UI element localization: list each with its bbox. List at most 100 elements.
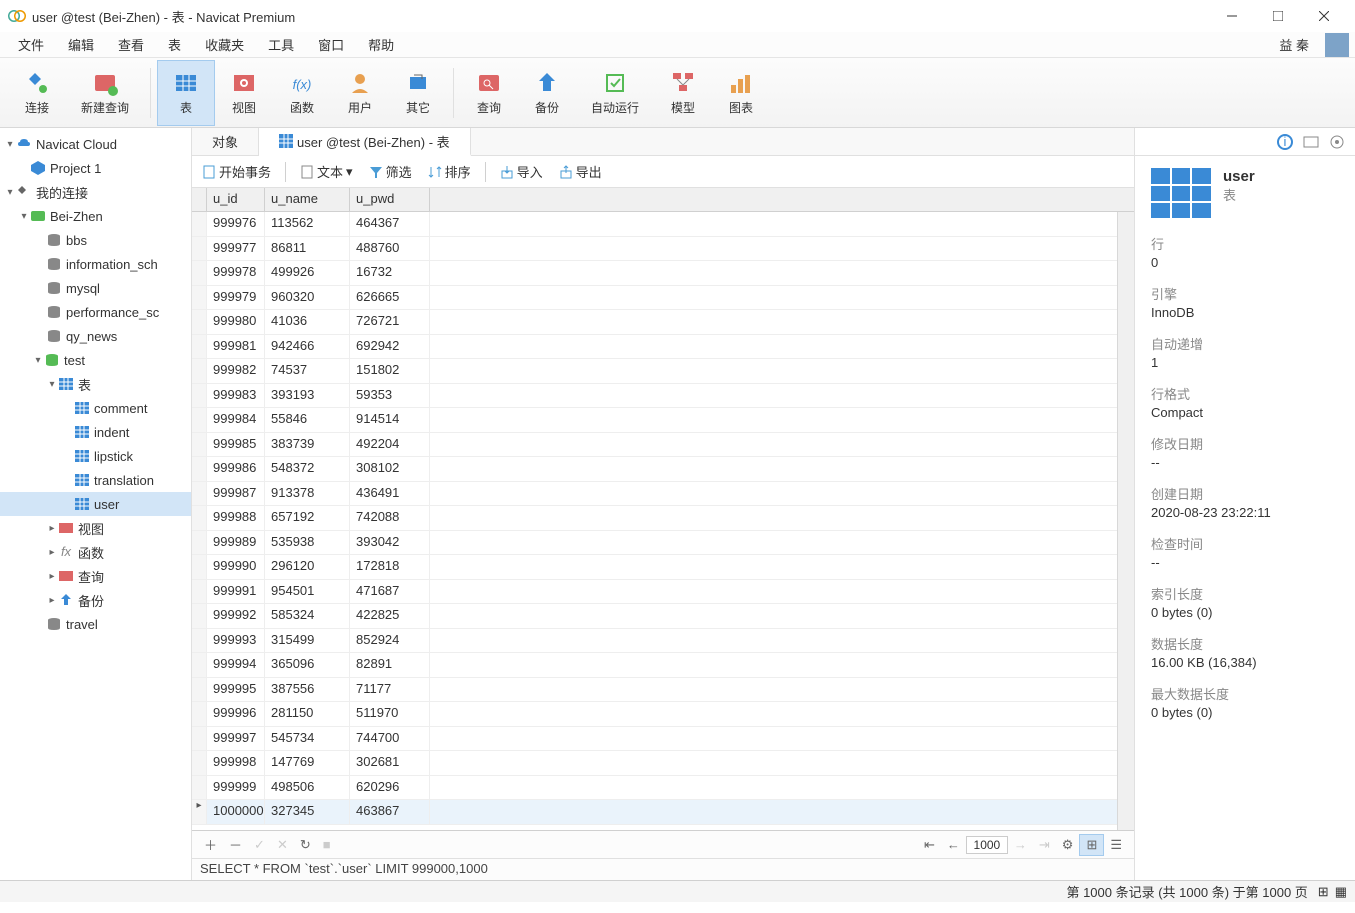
user-avatar[interactable] xyxy=(1325,33,1349,57)
next-page-button[interactable]: → xyxy=(1008,835,1033,854)
first-page-button[interactable]: ⇤ xyxy=(918,835,941,855)
col-header-upwd[interactable]: u_pwd xyxy=(350,188,430,211)
nav-first-icon[interactable]: ⊞ xyxy=(1318,884,1329,900)
tree-db-information_sch[interactable]: information_sch xyxy=(0,252,191,276)
toolbar-plug-button[interactable]: 连接 xyxy=(8,60,66,126)
page-input[interactable] xyxy=(966,836,1008,854)
tree-tables-folder[interactable]: ▾表 xyxy=(0,372,191,396)
table-row[interactable]: 99997849992616732 xyxy=(192,261,1134,286)
col-header-uid[interactable]: u_id xyxy=(207,188,265,211)
table-row[interactable]: 999992585324422825 xyxy=(192,604,1134,629)
table-row[interactable]: 999976113562464367 xyxy=(192,212,1134,237)
tree-db-performance_sc[interactable]: performance_sc xyxy=(0,300,191,324)
table-row[interactable]: 999998147769302681 xyxy=(192,751,1134,776)
toolbar-model-button[interactable]: 模型 xyxy=(654,60,712,126)
tree-db-test[interactable]: ▾test xyxy=(0,348,191,372)
sort-button[interactable]: 排序 xyxy=(422,160,477,183)
text-button[interactable]: 文本 ▾ xyxy=(294,160,359,183)
menu-view[interactable]: 查看 xyxy=(106,35,156,54)
table-row[interactable]: 999996281150511970 xyxy=(192,702,1134,727)
nav-next-icon[interactable]: ▦ xyxy=(1335,884,1347,900)
menu-help[interactable]: 帮助 xyxy=(356,35,406,54)
apply-button[interactable]: ✓ xyxy=(248,835,271,855)
vertical-scrollbar[interactable] xyxy=(1117,212,1134,830)
grid-body[interactable]: 9999761135624643679999778681148876099997… xyxy=(192,212,1134,828)
info-icon[interactable]: i xyxy=(1277,134,1293,150)
user-label[interactable]: 益 秦 xyxy=(1267,35,1321,54)
col-header-uname[interactable]: u_name xyxy=(265,188,350,211)
tree-myconn[interactable]: ▾我的连接 xyxy=(0,180,191,204)
tree-table-indent[interactable]: indent xyxy=(0,420,191,444)
table-row[interactable]: 999985383739492204 xyxy=(192,433,1134,458)
tree-project[interactable]: Project 1 xyxy=(0,156,191,180)
menu-edit[interactable]: 编辑 xyxy=(56,35,106,54)
tree-查询[interactable]: ▸查询 xyxy=(0,564,191,588)
table-row[interactable]: 99999538755671177 xyxy=(192,678,1134,703)
grid-view-button[interactable]: ⊞ xyxy=(1079,834,1104,856)
menu-tools[interactable]: 工具 xyxy=(256,35,306,54)
begin-transaction-button[interactable]: 开始事务 xyxy=(196,160,277,183)
toolbar-query-button[interactable]: 查询 xyxy=(460,60,518,126)
table-row[interactable]: 999989535938393042 xyxy=(192,531,1134,556)
refresh-button[interactable]: ↻ xyxy=(294,835,317,855)
toolbar-newquery-button[interactable]: 新建查询 xyxy=(66,60,144,126)
table-row[interactable]: 999997545734744700 xyxy=(192,727,1134,752)
import-button[interactable]: 导入 xyxy=(494,160,549,183)
menu-table[interactable]: 表 xyxy=(156,35,193,54)
tab-objects[interactable]: 对象 xyxy=(192,128,259,155)
tree-视图[interactable]: ▸视图 xyxy=(0,516,191,540)
toolbar-table-button[interactable]: 表 xyxy=(157,60,215,126)
table-row[interactable]: 99998041036726721 xyxy=(192,310,1134,335)
table-row[interactable]: 999979960320626665 xyxy=(192,286,1134,311)
form-view-button[interactable]: ☰ xyxy=(1104,835,1128,855)
prev-page-button[interactable]: ← xyxy=(941,835,966,854)
tab-user-table[interactable]: user @test (Bei-Zhen) - 表 xyxy=(259,128,471,156)
minimize-button[interactable] xyxy=(1209,0,1255,32)
delete-row-button[interactable]: － xyxy=(223,833,248,856)
table-row[interactable]: 99999436509682891 xyxy=(192,653,1134,678)
table-row[interactable]: 99997786811488760 xyxy=(192,237,1134,262)
table-row[interactable]: 999999498506620296 xyxy=(192,776,1134,801)
table-row[interactable]: ▸1000000327345463867 xyxy=(192,800,1134,825)
ddl-icon[interactable] xyxy=(1303,134,1319,150)
tree-table-user[interactable]: user xyxy=(0,492,191,516)
settings-button[interactable]: ⚙ xyxy=(1056,835,1080,855)
tree-db-travel[interactable]: travel xyxy=(0,612,191,636)
toolbar-user-button[interactable]: 用户 xyxy=(331,60,389,126)
tree-connection[interactable]: ▾Bei-Zhen xyxy=(0,204,191,228)
table-row[interactable]: 999988657192742088 xyxy=(192,506,1134,531)
menu-window[interactable]: 窗口 xyxy=(306,35,356,54)
add-row-button[interactable]: ＋ xyxy=(198,833,223,856)
export-button[interactable]: 导出 xyxy=(553,160,608,183)
table-row[interactable]: 999981942466692942 xyxy=(192,335,1134,360)
toolbar-backup-button[interactable]: 备份 xyxy=(518,60,576,126)
toolbar-view-button[interactable]: 视图 xyxy=(215,60,273,126)
table-row[interactable]: 999986548372308102 xyxy=(192,457,1134,482)
tree-table-translation[interactable]: translation xyxy=(0,468,191,492)
menu-favorites[interactable]: 收藏夹 xyxy=(193,35,256,54)
table-row[interactable]: 99998339319359353 xyxy=(192,384,1134,409)
table-row[interactable]: 99998455846914514 xyxy=(192,408,1134,433)
tree-table-comment[interactable]: comment xyxy=(0,396,191,420)
toolbar-fx-button[interactable]: f(x)函数 xyxy=(273,60,331,126)
menu-file[interactable]: 文件 xyxy=(6,35,56,54)
toolbar-auto-button[interactable]: 自动运行 xyxy=(576,60,654,126)
cancel-button[interactable]: ✕ xyxy=(271,835,294,855)
tree-cloud[interactable]: ▾Navicat Cloud xyxy=(0,132,191,156)
toolbar-chart-button[interactable]: 图表 xyxy=(712,60,770,126)
preview-icon[interactable] xyxy=(1329,134,1345,150)
table-row[interactable]: 999993315499852924 xyxy=(192,629,1134,654)
last-page-button[interactable]: ⇥ xyxy=(1033,835,1056,855)
tree-db-bbs[interactable]: bbs xyxy=(0,228,191,252)
tree-table-lipstick[interactable]: lipstick xyxy=(0,444,191,468)
maximize-button[interactable] xyxy=(1255,0,1301,32)
table-row[interactable]: 999987913378436491 xyxy=(192,482,1134,507)
toolbar-other-button[interactable]: 其它 xyxy=(389,60,447,126)
tree-db-qy_news[interactable]: qy_news xyxy=(0,324,191,348)
table-row[interactable]: 999991954501471687 xyxy=(192,580,1134,605)
tree-db-mysql[interactable]: mysql xyxy=(0,276,191,300)
tree-备份[interactable]: ▸备份 xyxy=(0,588,191,612)
table-row[interactable]: 999990296120172818 xyxy=(192,555,1134,580)
filter-button[interactable]: 筛选 xyxy=(363,160,418,183)
tree-函数[interactable]: ▸fx函数 xyxy=(0,540,191,564)
